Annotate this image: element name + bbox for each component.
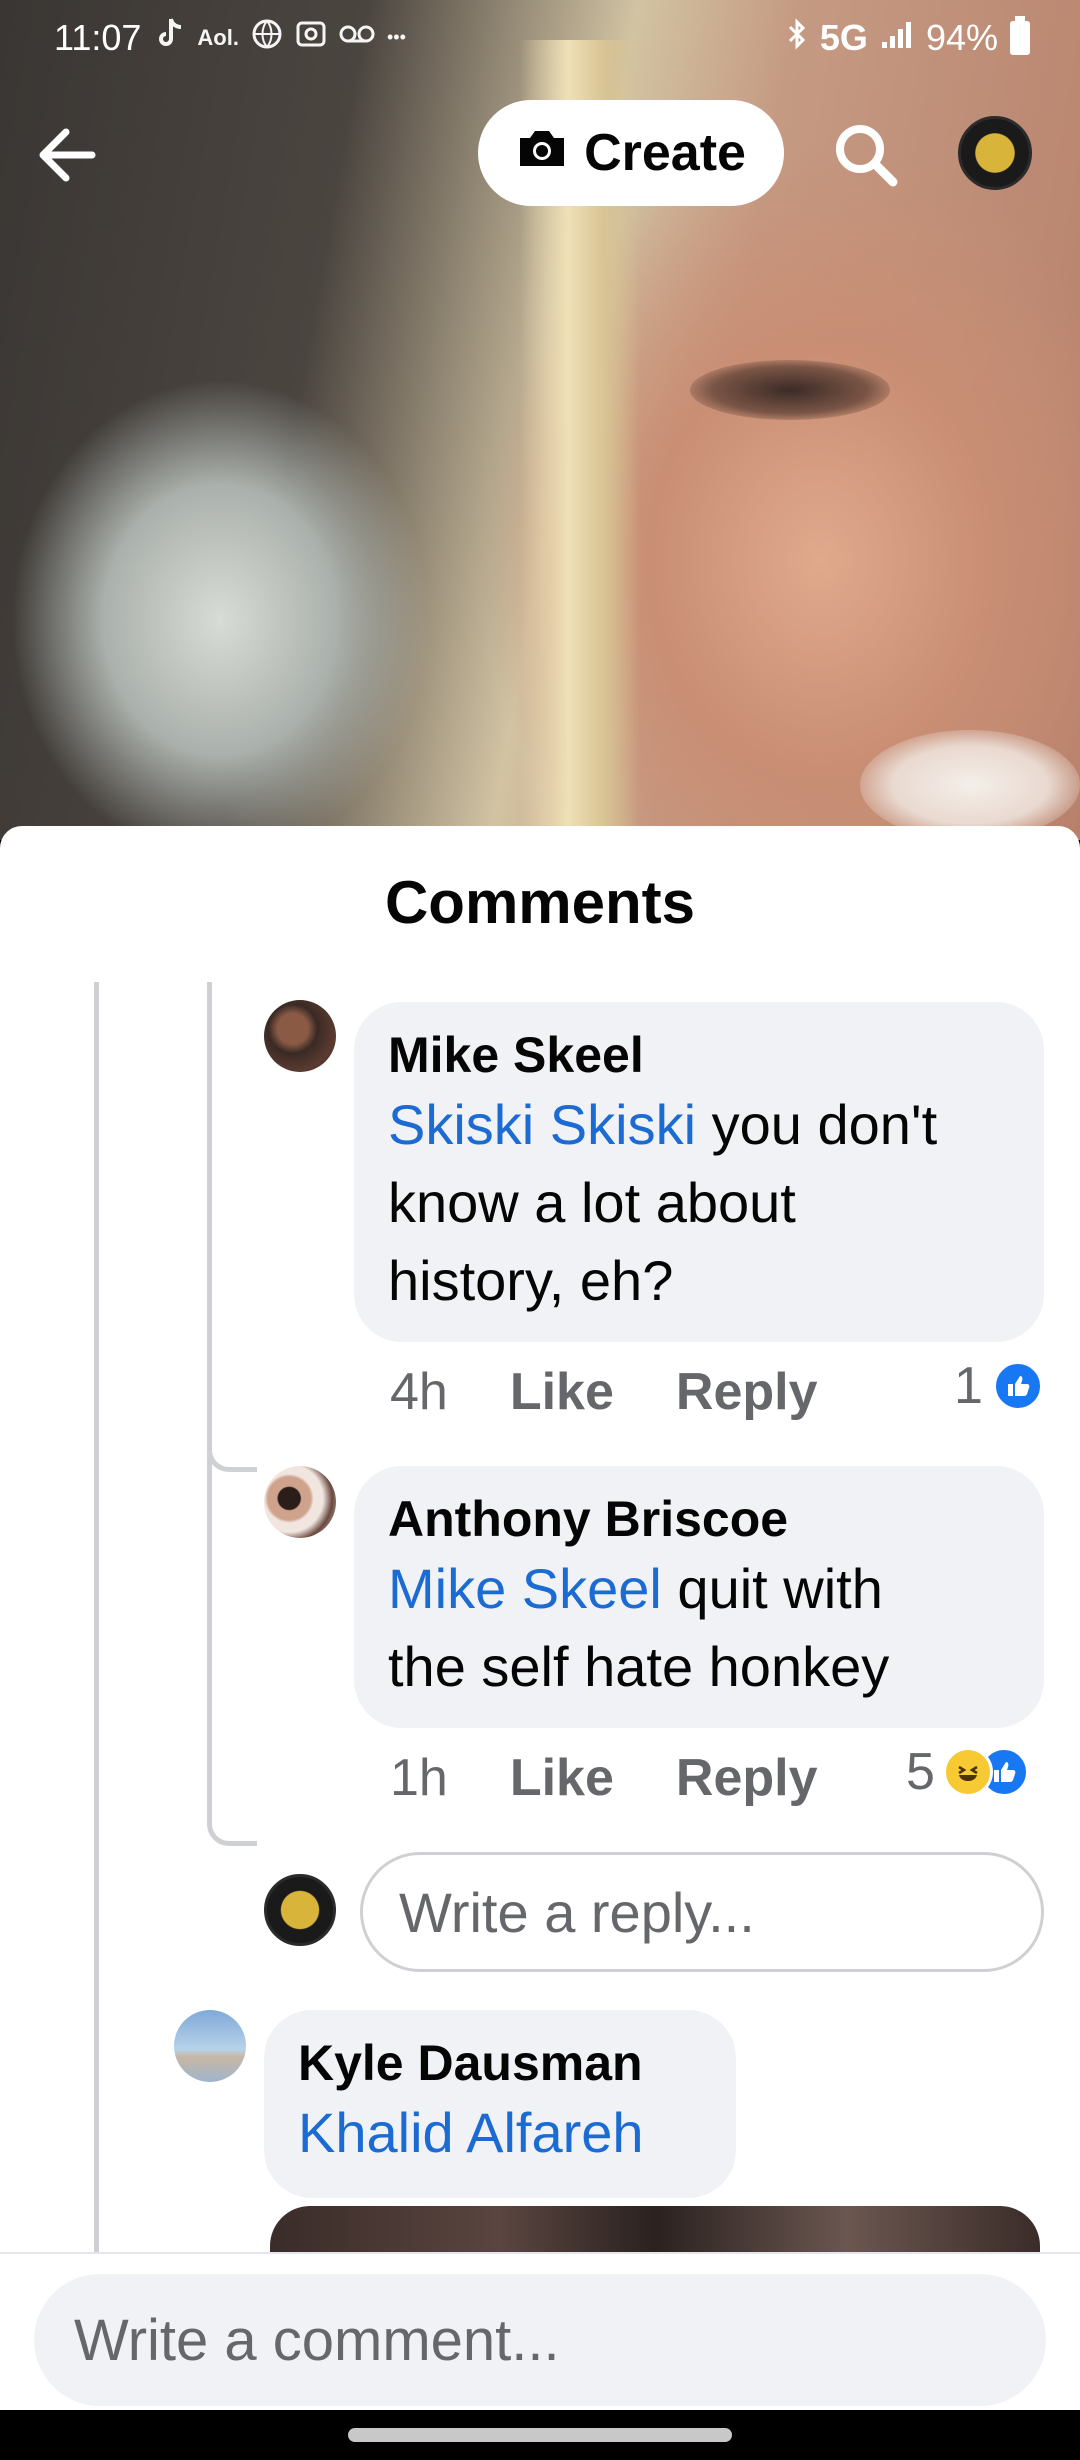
current-user-avatar [264,1874,336,1946]
like-button[interactable]: Like [510,1748,614,1808]
battery-icon [1010,15,1030,55]
back-button[interactable] [30,120,110,190]
reply-input[interactable]: Write a reply... [360,1852,1044,1972]
network-label: 5G [819,16,868,58]
thread-line-outer [94,982,99,2282]
search-button[interactable] [826,115,906,195]
thread-curve-2 [207,1426,257,1472]
reaction-count: 5 [906,1743,935,1801]
avatar-kyle-dausman[interactable] [174,2010,246,2082]
thread-curve-1 [207,1006,247,1038]
comment-actions: 1h Like Reply [390,1748,880,1808]
avatar-mike-skeel[interactable] [264,1000,336,1072]
aol-icon: Aol. [197,24,239,50]
mention-link[interactable]: Skiski Skiski [388,1093,696,1156]
like-button[interactable]: Like [510,1362,614,1422]
thread-line-inner-2 [207,1022,212,1472]
status-bar: 11:07 Aol. ••• 5G 94% [0,0,1080,75]
comment-bubble[interactable]: Kyle Dausman Khalid Alfareh [264,2010,736,2198]
comment-time: 4h [390,1363,448,1421]
reaction-summary[interactable]: 5 [906,1742,1029,1802]
voicemail-icon [339,22,375,53]
globe-icon [251,18,283,57]
comment-bubble[interactable]: Mike Skeel Skiski Skiski you don't know … [354,1002,1044,1342]
haha-reaction-icon [942,1747,993,1797]
mention-link[interactable]: Mike Skeel [388,1557,662,1620]
avatar-anthony-briscoe[interactable] [264,1466,336,1538]
like-reaction-icon [992,1361,1043,1411]
bluetooth-icon [786,17,808,59]
tiktok-icon [155,17,185,58]
comment-author[interactable]: Anthony Briscoe [388,1488,1010,1550]
screenshot-icon [295,18,327,57]
comment-text: history, eh? [388,1249,674,1312]
create-button[interactable]: Create [478,100,784,206]
video-eye [690,360,890,420]
comment-author[interactable]: Kyle Dausman [298,2032,702,2094]
status-right: 5G 94% [786,15,1030,59]
comment-text: Mike Skeel quit with [388,1557,883,1620]
create-label: Create [584,124,746,182]
comment-bubble[interactable]: Anthony Briscoe Mike Skeel quit with the… [354,1466,1044,1728]
thread-line-inner-3 [207,1466,212,1816]
comments-sheet: Comments Mike Skeel Skiski Skiski you do… [0,826,1080,2460]
camera-icon [516,123,568,183]
reply-button[interactable]: Reply [676,1362,818,1422]
comment-text: the self hate honkey [388,1635,890,1698]
mention-link[interactable]: Khalid Alfareh [298,2101,644,2164]
reaction-summary[interactable]: 1 [954,1356,1043,1416]
video-smile [860,730,1080,840]
profile-avatar[interactable] [958,116,1032,190]
comment-time: 1h [390,1749,448,1807]
comment-composer: Write a comment... [0,2252,1080,2410]
battery-percent: 94% [925,16,998,58]
signal-icon [880,17,914,59]
comment-text: know a lot about [388,1171,796,1234]
thread-curve-3 [207,1786,257,1846]
comment-text: Skiski Skiski you don't [388,1093,938,1156]
more-icon: ••• [386,27,406,47]
reply-button[interactable]: Reply [676,1748,818,1808]
reaction-count: 1 [954,1357,983,1415]
comment-actions: 4h Like Reply [390,1362,880,1422]
status-time: 11:07 [54,16,142,58]
comment-author[interactable]: Mike Skeel [388,1024,1010,1086]
home-gesture-handle[interactable] [348,2428,732,2442]
comment-input[interactable]: Write a comment... [34,2274,1046,2406]
comment-text: Khalid Alfareh [298,2094,702,2172]
sheet-title: Comments [384,869,696,936]
